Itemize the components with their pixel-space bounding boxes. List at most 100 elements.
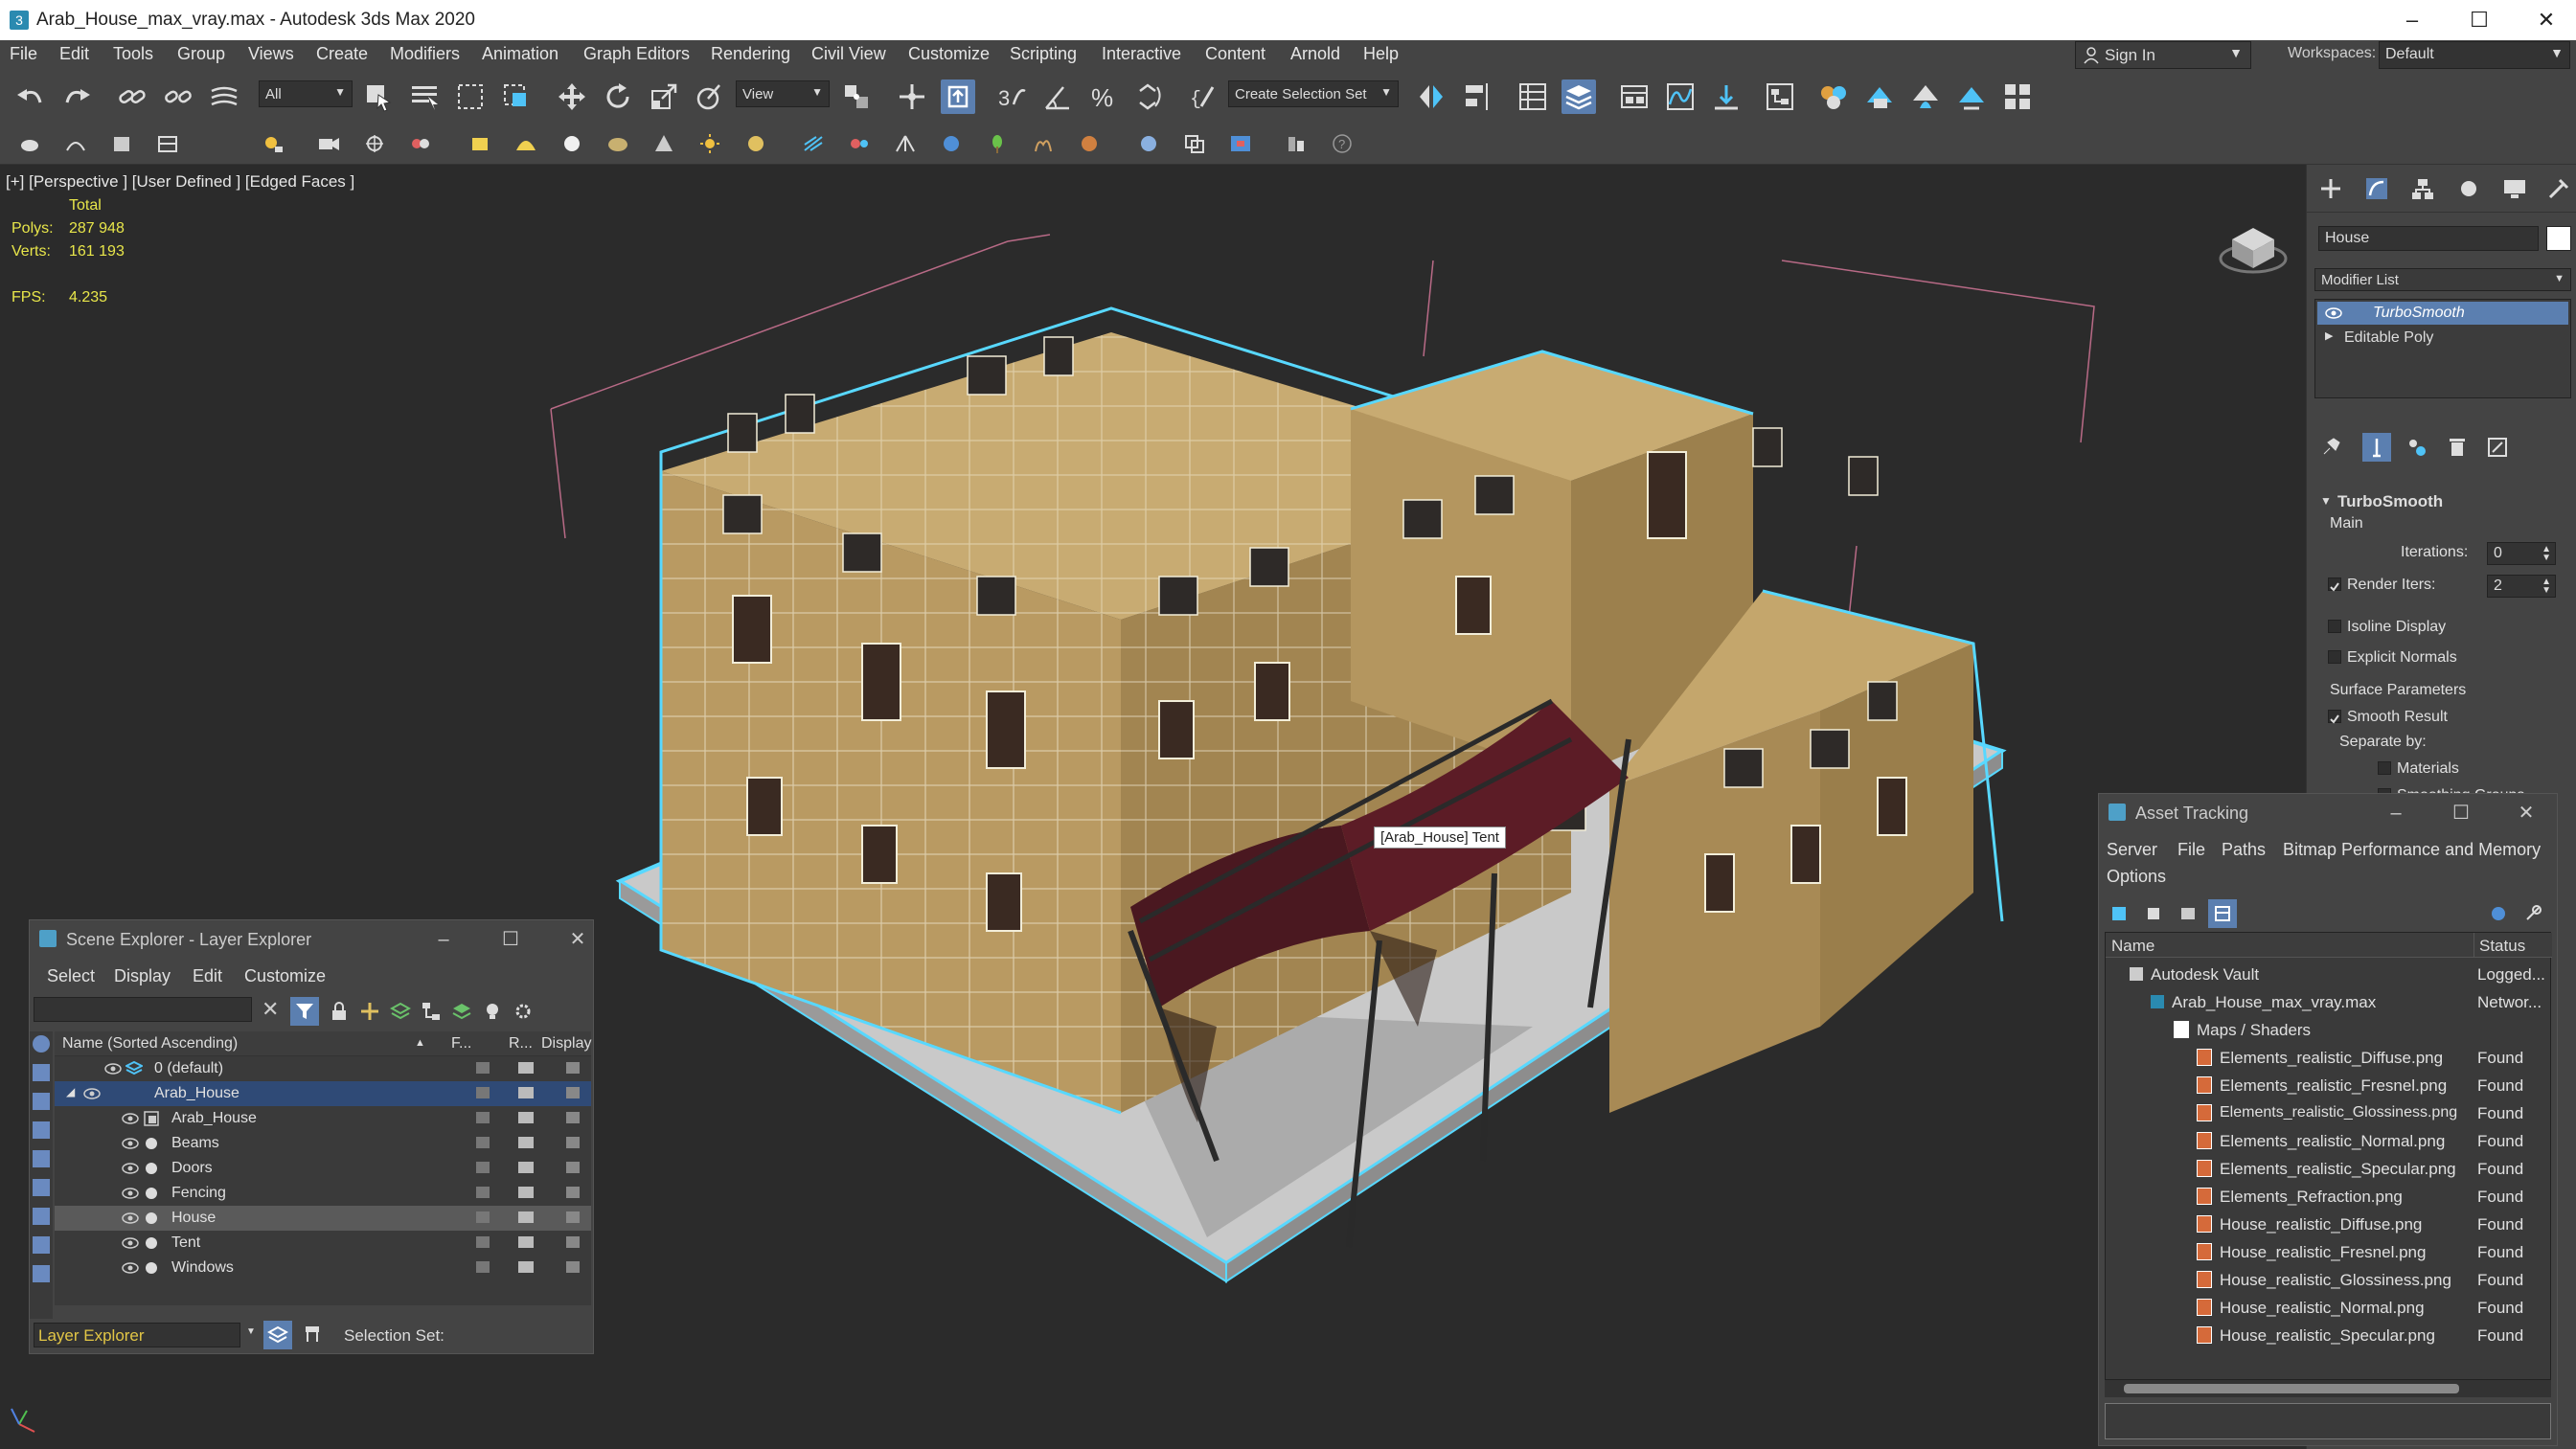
render-teapot-icons[interactable] — [518, 1062, 534, 1275]
sky-icon[interactable] — [741, 129, 770, 158]
lock-icon[interactable] — [325, 997, 353, 1026]
menu-create[interactable]: Create — [316, 44, 368, 64]
asset-row[interactable]: Elements_Refraction.png Found — [2105, 1183, 2555, 1211]
explorer-type-dropdown[interactable]: Layer Explorer — [34, 1323, 240, 1347]
menu-views[interactable]: Views — [248, 44, 294, 64]
redo-icon[interactable] — [59, 79, 94, 114]
modify-tab-icon[interactable] — [2362, 174, 2391, 203]
menu-tools[interactable]: Tools — [113, 44, 153, 64]
asset-path-field[interactable] — [2105, 1403, 2551, 1439]
dome-icon[interactable] — [512, 129, 540, 158]
render-iters-checkbox[interactable] — [2328, 577, 2341, 592]
column-name[interactable]: Name — [2111, 937, 2154, 956]
asset-menu-bitmap[interactable]: Bitmap Performance and Memory — [2283, 840, 2541, 860]
collapse-arrow-icon[interactable]: ◢ — [66, 1085, 75, 1098]
eye-icon[interactable] — [122, 1185, 139, 1202]
menu-rendering[interactable]: Rendering — [711, 44, 790, 64]
asset-menu-server[interactable]: Server — [2107, 840, 2157, 860]
rendered-frame-window-icon[interactable] — [1908, 79, 1943, 114]
column-name[interactable]: Name (Sorted Ascending) — [62, 1035, 238, 1053]
object-name-field[interactable]: House — [2318, 226, 2539, 251]
toggle-scene-explorer-icon[interactable] — [1516, 79, 1550, 114]
tripod-icon[interactable] — [891, 129, 920, 158]
toggle-ribbon-icon[interactable] — [1617, 79, 1652, 114]
edit-named-selection-icon[interactable]: { — [1186, 79, 1220, 114]
menu-modifiers[interactable]: Modifiers — [390, 44, 460, 64]
minimize-button[interactable]: – — [424, 924, 463, 955]
asset-tracking-titlebar[interactable]: Asset Tracking – ☐ ✕ — [2099, 794, 2557, 832]
plant-icon[interactable] — [983, 129, 1012, 158]
asset-menu-file[interactable]: File — [2177, 840, 2205, 860]
cone-icon[interactable] — [650, 129, 678, 158]
make-unique-icon[interactable] — [2403, 433, 2431, 462]
cloth-icon[interactable] — [1075, 129, 1104, 158]
rotate-icon[interactable] — [601, 79, 635, 114]
object-color-swatch[interactable] — [2546, 226, 2571, 251]
light-icon[interactable] — [259, 129, 287, 158]
asset-menu-options[interactable]: Options — [2107, 867, 2166, 887]
sphere-icon[interactable] — [61, 129, 90, 158]
remove-modifier-icon[interactable] — [2443, 433, 2472, 462]
keyboard-shortcut-override-icon[interactable] — [941, 79, 975, 114]
eye-icon[interactable] — [122, 1210, 139, 1227]
scale-icon[interactable] — [647, 79, 681, 114]
shell-icon[interactable] — [604, 129, 632, 158]
asset-row[interactable]: Autodesk Vault Logged... — [2105, 961, 2555, 988]
asset-row[interactable]: Elements_realistic_Diffuse.png Found — [2105, 1044, 2555, 1072]
chevron-down-icon[interactable]: ▼ — [246, 1326, 256, 1337]
menu-help[interactable]: Help — [1363, 44, 1399, 64]
hierarchy-icon[interactable] — [417, 997, 445, 1026]
utilities-tab-icon[interactable] — [2544, 174, 2573, 203]
spinner-arrows-icon[interactable]: ▲ ▼ — [2542, 577, 2551, 596]
menu-content[interactable]: Content — [1205, 44, 1265, 64]
select-and-manipulate-icon[interactable] — [895, 79, 929, 114]
undo-icon[interactable] — [13, 79, 48, 114]
spinner-arrows-icon[interactable]: ▲ ▼ — [2542, 545, 2551, 563]
stack-item-turbosmooth[interactable]: TurboSmooth — [2317, 302, 2568, 325]
settings-icon[interactable] — [2519, 899, 2547, 928]
menu-group[interactable]: Group — [177, 44, 225, 64]
pin-stack-icon[interactable] — [2316, 433, 2345, 462]
filter-icon[interactable] — [290, 997, 319, 1026]
column-status[interactable]: Status — [2479, 937, 2525, 956]
object-filter-icon[interactable] — [33, 1035, 50, 1053]
explorer-menu-select[interactable]: Select — [47, 966, 95, 986]
smooth-result-checkbox[interactable] — [2328, 710, 2341, 724]
xref-filter-icon[interactable] — [33, 1265, 50, 1282]
eye-icon[interactable] — [122, 1160, 139, 1177]
select-by-name-icon[interactable] — [407, 79, 442, 114]
asset-horizontal-scrollbar[interactable] — [2105, 1380, 2551, 1397]
toggle-layer-explorer-icon[interactable] — [1562, 79, 1596, 114]
teapot-icon[interactable] — [15, 129, 44, 158]
hair-icon[interactable] — [1029, 129, 1058, 158]
expand-arrow-icon[interactable]: ▶ — [2325, 329, 2333, 342]
eye-icon[interactable] — [122, 1234, 139, 1252]
show-end-result-icon[interactable] — [2362, 433, 2391, 462]
explorer-menu-display[interactable]: Display — [114, 966, 171, 986]
light-filter-icon[interactable] — [33, 1121, 50, 1139]
display-tab-icon[interactable] — [2500, 174, 2529, 203]
maximize-button[interactable]: ☐ — [491, 924, 530, 955]
asset-row[interactable]: House_realistic_Normal.png Found — [2105, 1294, 2555, 1322]
window-crossing-icon[interactable] — [499, 79, 534, 114]
explorer-menu-edit[interactable]: Edit — [193, 966, 222, 986]
asset-row[interactable]: Elements_realistic_Glossiness.png Found — [2105, 1099, 2555, 1127]
yellow-cube-icon[interactable] — [466, 129, 494, 158]
modifier-list-dropdown[interactable]: Modifier List ▼ — [2314, 268, 2571, 291]
settings-icon[interactable] — [509, 997, 537, 1026]
schematic-view-icon[interactable] — [1763, 79, 1797, 114]
camera-icon[interactable] — [314, 129, 343, 158]
isoline-display-checkbox[interactable] — [2328, 620, 2341, 633]
scrollbar-thumb[interactable] — [2124, 1384, 2459, 1393]
hierarchy-toggle-icon[interactable] — [298, 1321, 327, 1349]
menu-arnold[interactable]: Arnold — [1290, 44, 1340, 64]
explorer-menu-customize[interactable]: Customize — [244, 966, 326, 986]
eye-icon[interactable] — [104, 1060, 122, 1077]
layer-toggle-icon[interactable] — [263, 1321, 292, 1349]
render-in-cloud-icon[interactable] — [2000, 79, 2035, 114]
motion-tab-icon[interactable] — [2454, 174, 2483, 203]
helper-icon[interactable] — [360, 129, 389, 158]
menu-scripting[interactable]: Scripting — [1010, 44, 1077, 64]
copy-icon[interactable] — [1180, 129, 1209, 158]
hierarchy-tab-icon[interactable] — [2408, 174, 2437, 203]
